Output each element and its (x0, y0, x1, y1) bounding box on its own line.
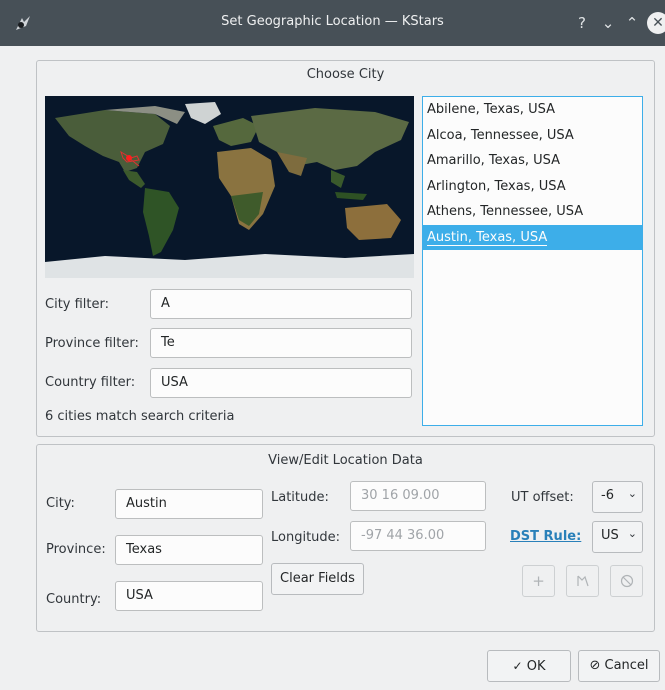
ut-offset-combo[interactable]: -6 ⌄ (592, 481, 643, 513)
city-list[interactable]: Abilene, Texas, USA Alcoa, Tennessee, US… (422, 96, 643, 426)
list-item[interactable]: Amarillo, Texas, USA (423, 148, 642, 174)
city-field[interactable]: Austin (115, 489, 263, 519)
list-item[interactable]: Alcoa, Tennessee, USA (423, 123, 642, 149)
window-title: Set Geographic Location — KStars (221, 14, 444, 29)
cancel-label: Cancel (604, 658, 649, 673)
cancel-icon (620, 574, 633, 588)
country-label: Country: (46, 592, 102, 607)
choose-city-title: Choose City (306, 67, 385, 82)
list-item[interactable]: Abilene, Texas, USA (423, 97, 642, 123)
province-filter-label: Province filter: (45, 336, 139, 351)
ok-button[interactable]: ✓ OK (487, 650, 571, 682)
match-count-text: 6 cities match search criteria (45, 409, 235, 424)
province-label: Province: (46, 542, 106, 557)
update-city-button[interactable] (566, 565, 599, 597)
province-filter-input[interactable]: Te (150, 328, 412, 358)
location-data-title: View/Edit Location Data (268, 453, 423, 468)
cancel-button[interactable]: ⊘ Cancel (578, 650, 660, 682)
country-filter-label: Country filter: (45, 375, 136, 390)
ut-offset-label: UT offset: (511, 490, 574, 505)
checkmark-icon: ✓ (512, 659, 523, 673)
longitude-field[interactable]: -97 44 36.00 (350, 521, 486, 551)
latitude-label: Latitude: (271, 490, 329, 505)
longitude-label: Longitude: (271, 530, 341, 545)
city-filter-label: City filter: (45, 297, 110, 312)
window-titlebar: Set Geographic Location — KStars ? ⌄ ⌃ ✕ (0, 0, 665, 46)
world-map[interactable] (45, 96, 414, 278)
city-label: City: (46, 496, 75, 511)
edit-icon (576, 575, 589, 587)
dst-rule-combo[interactable]: US ⌄ (592, 521, 643, 553)
selected-location-marker (126, 155, 132, 161)
country-filter-input[interactable]: USA (150, 368, 412, 398)
close-icon[interactable]: ✕ (647, 12, 665, 34)
latitude-field[interactable]: 30 16 09.00 (350, 481, 486, 511)
province-field[interactable]: Texas (115, 535, 263, 565)
list-item-selected[interactable]: Austin, Texas, USA (423, 224, 642, 250)
list-item[interactable]: Arlington, Texas, USA (423, 174, 642, 200)
ok-label: OK (526, 659, 546, 674)
list-item[interactable]: Athens, Tennessee, USA (423, 199, 642, 225)
dst-rule-value: US (601, 528, 619, 543)
ut-offset-value: -6 (601, 488, 614, 503)
country-field[interactable]: USA (115, 581, 263, 611)
cancel-icon: ⊘ (589, 658, 601, 673)
dst-rule-link[interactable]: DST Rule: (510, 529, 581, 544)
clear-fields-button[interactable]: Clear Fields (271, 563, 364, 595)
minimize-icon[interactable]: ⌄ (597, 12, 619, 34)
plus-icon: + (532, 572, 545, 590)
world-map-image (45, 96, 414, 278)
city-filter-input[interactable]: A (150, 289, 412, 319)
remove-city-button[interactable] (610, 565, 643, 597)
chevron-down-icon: ⌄ (627, 487, 637, 500)
help-icon[interactable]: ? (571, 12, 593, 34)
maximize-icon[interactable]: ⌃ (621, 12, 643, 34)
add-city-button[interactable]: + (522, 565, 555, 597)
chevron-down-icon: ⌄ (627, 527, 637, 540)
